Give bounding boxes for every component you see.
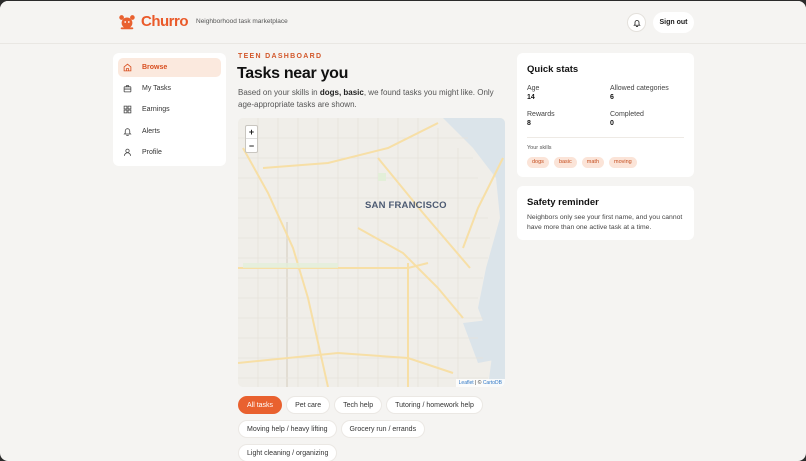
rewards-value: 8 bbox=[527, 120, 531, 127]
sidebar-item-earnings[interactable]: Earnings bbox=[118, 100, 221, 119]
map-city-label: SAN FRANCISCO bbox=[365, 200, 447, 211]
page-title: Tasks near you bbox=[237, 65, 349, 82]
skill-tag: basic bbox=[553, 157, 577, 168]
map-tiles bbox=[238, 118, 505, 387]
filter-tech-help[interactable]: Tech help bbox=[334, 396, 383, 414]
completed-label: Completed bbox=[610, 111, 644, 118]
skill-tag: math bbox=[581, 157, 605, 168]
page-eyebrow: TEEN DASHBOARD bbox=[238, 53, 323, 60]
safety-text: Neighbors only see your first name, and … bbox=[527, 214, 683, 231]
sidebar-item-my-tasks[interactable]: My Tasks bbox=[118, 79, 221, 98]
age-label: Age bbox=[527, 85, 540, 92]
user-icon bbox=[124, 148, 131, 156]
quick-stats-card: Quick stats Age 14 Allowed categories 6 … bbox=[517, 53, 694, 177]
task-map[interactable]: + − SAN FRANCISCO Leaflet | © CartoDB bbox=[238, 118, 505, 387]
rewards-label: Rewards bbox=[527, 111, 555, 118]
intro-prefix: Based on your skills in bbox=[238, 88, 320, 97]
zoom-in-button[interactable]: + bbox=[246, 126, 257, 139]
leaflet-link[interactable]: Leaflet bbox=[459, 380, 474, 386]
filter-moving-help[interactable]: Moving help / heavy lifting bbox=[238, 420, 337, 438]
sidebar-item-label: Alerts bbox=[142, 127, 160, 135]
sidebar-item-label: Earnings bbox=[142, 106, 170, 114]
sidebar-item-browse[interactable]: Browse bbox=[118, 58, 221, 77]
skill-tag: moving bbox=[609, 157, 637, 168]
brand-tagline: Neighborhood task marketplace bbox=[196, 18, 288, 25]
brand-name[interactable]: Churro bbox=[141, 13, 189, 30]
filter-light-cleaning[interactable]: Light cleaning / organizing bbox=[238, 444, 338, 461]
sidebar-item-alerts[interactable]: Alerts bbox=[118, 122, 221, 141]
safety-reminder-card: Safety reminder Neighbors only see your … bbox=[517, 186, 694, 240]
sidebar-nav: Browse My Tasks Earnings Alerts Profile bbox=[113, 53, 226, 166]
sidebar-item-profile[interactable]: Profile bbox=[118, 143, 221, 162]
skills-label: Your skills bbox=[527, 145, 552, 151]
filter-tutoring[interactable]: Tutoring / homework help bbox=[386, 396, 483, 414]
completed-value: 0 bbox=[610, 120, 614, 127]
category-filters: All tasks Pet care Tech help Tutoring / hom… bbox=[238, 394, 508, 461]
sidebar-item-label: Browse bbox=[142, 64, 168, 71]
stats-divider bbox=[527, 137, 684, 138]
sign-out-button[interactable]: Sign out bbox=[653, 12, 694, 33]
bell-icon bbox=[123, 127, 132, 136]
age-value: 14 bbox=[527, 94, 535, 101]
cartodb-link[interactable]: CartoDB bbox=[483, 380, 502, 386]
app-window: Churro Neighborhood task marketplace Sig… bbox=[0, 1, 806, 461]
filter-pet-care[interactable]: Pet care bbox=[286, 396, 331, 414]
briefcase-icon bbox=[123, 85, 132, 93]
intro-skills: dogs, basic bbox=[319, 88, 364, 97]
zoom-out-button[interactable]: − bbox=[246, 139, 257, 152]
attribution-separator: | © bbox=[473, 380, 483, 386]
map-attribution: Leaflet | © CartoDB bbox=[455, 379, 505, 387]
grid-icon bbox=[123, 106, 132, 114]
zoom-control: + − bbox=[245, 125, 258, 153]
allowed-categories-label: Allowed categories bbox=[610, 85, 669, 92]
notifications-button[interactable] bbox=[627, 13, 646, 32]
filter-all-tasks[interactable]: All tasks bbox=[238, 396, 283, 414]
top-bar: Churro Neighborhood task marketplace Sig… bbox=[0, 1, 806, 44]
skills-list: dogs basic math moving bbox=[527, 157, 637, 168]
sidebar-item-label: Profile bbox=[142, 148, 162, 156]
quick-stats-title: Quick stats bbox=[527, 64, 579, 75]
skill-tag: dogs bbox=[527, 157, 549, 168]
safety-title: Safety reminder bbox=[527, 197, 599, 208]
allowed-categories-value: 6 bbox=[610, 94, 614, 101]
churro-logo-icon bbox=[119, 15, 135, 30]
home-icon bbox=[123, 63, 132, 72]
sidebar-item-label: My Tasks bbox=[142, 85, 172, 93]
page-intro: Based on your skills in dogs, basic, we … bbox=[238, 87, 506, 111]
filter-grocery-run[interactable]: Grocery run / errands bbox=[340, 420, 426, 438]
bell-icon bbox=[632, 19, 641, 27]
